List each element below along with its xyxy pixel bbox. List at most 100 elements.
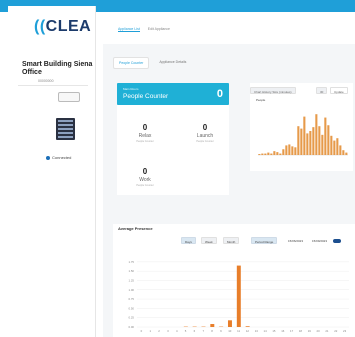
counter-value: 0 xyxy=(142,123,148,132)
history-bar xyxy=(309,131,312,155)
status-dot-icon xyxy=(46,156,50,160)
nav-tab-appliances[interactable]: ▦ Appliances xyxy=(108,14,141,22)
history-bar xyxy=(267,152,270,155)
y-tick-label: 0.50 xyxy=(129,306,135,310)
x-tick-label: 12 xyxy=(246,329,250,333)
history-bar xyxy=(327,125,330,155)
x-tick-label: 7 xyxy=(202,329,204,333)
sub-nav: Appliance List Edit Appliance xyxy=(118,27,170,32)
x-tick-label: 21 xyxy=(325,329,329,333)
history-bar xyxy=(333,140,336,155)
main-nav: ▦ Appliances ▦ Clients ● Users xyxy=(108,14,199,22)
device-image xyxy=(56,118,75,140)
history-bar xyxy=(282,149,285,155)
counter-label: Launch xyxy=(196,133,214,139)
counter-sub: People Counter xyxy=(136,140,154,143)
nav-tab-users[interactable]: ● Users xyxy=(177,14,199,22)
x-tick-label: 1 xyxy=(149,329,151,333)
history-bar xyxy=(321,134,324,155)
y-tick-label: 1.00 xyxy=(129,288,135,292)
x-tick-label: 5 xyxy=(185,329,187,333)
history-bar xyxy=(291,146,294,155)
x-tick-label: 15 xyxy=(272,329,276,333)
history-bar xyxy=(270,153,273,155)
history-bar xyxy=(285,145,288,155)
history-chart-card: Chart History Size (minutes) 30 Update P… xyxy=(250,83,353,171)
counter-value: 0 xyxy=(142,167,148,176)
history-chart xyxy=(258,114,348,156)
x-tick-label: 8 xyxy=(211,329,213,333)
history-bar xyxy=(330,135,333,155)
people-counter-title: People Counter xyxy=(123,93,169,100)
people-counter-header: Main Room People Counter 0 xyxy=(117,83,229,105)
subtab-edit-appliance[interactable]: Edit Appliance xyxy=(148,27,170,32)
history-bar xyxy=(288,144,291,155)
counter-relax: 0 Relax People Counter xyxy=(125,123,165,143)
subtab-appliance-list[interactable]: Appliance List xyxy=(118,27,140,32)
x-tick-label: 10 xyxy=(228,329,232,333)
counter-work: 0 Work People Counter xyxy=(125,167,165,187)
history-bar xyxy=(342,150,345,155)
presence-bar xyxy=(245,326,250,327)
people-counter-value: 0 xyxy=(216,88,223,100)
x-tick-label: 16 xyxy=(281,329,285,333)
tab-people-counter[interactable]: People Counter xyxy=(113,57,150,69)
history-bar xyxy=(339,145,342,155)
average-presence-chart: 0.000.250.500.751.001.251.501.750 1 2 3 4 5 6 7… xyxy=(129,260,349,333)
counter-label: Relax xyxy=(138,133,152,139)
history-bar xyxy=(276,152,279,155)
x-tick-label: 0 xyxy=(141,329,143,333)
history-bar xyxy=(315,114,318,155)
tab-appliance-details[interactable]: Appliance Details xyxy=(154,57,191,69)
status-label: Connected xyxy=(52,155,72,160)
y-tick-label: 0.75 xyxy=(129,297,135,301)
x-tick-label: 13 xyxy=(255,329,259,333)
x-tick-label: 22 xyxy=(334,329,338,333)
history-bar xyxy=(273,151,276,155)
history-bar xyxy=(306,133,309,155)
history-bar xyxy=(345,152,348,155)
clea-logo: ((CLEA xyxy=(34,18,92,35)
presence-bar xyxy=(236,265,241,327)
history-bar xyxy=(261,153,264,155)
x-tick-label: 18 xyxy=(299,329,303,333)
x-tick-label: 4 xyxy=(176,329,178,333)
y-tick-label: 0.25 xyxy=(129,316,135,320)
counter-label: Work xyxy=(139,177,151,183)
history-bar xyxy=(297,126,300,155)
counter-launch: 0 Launch People Counter xyxy=(185,123,225,143)
x-tick-label: 2 xyxy=(158,329,160,333)
x-tick-label: 14 xyxy=(264,329,268,333)
nav-tab-clients[interactable]: ▦ Clients xyxy=(146,14,171,22)
y-tick-label: 0.00 xyxy=(129,325,135,329)
history-bar xyxy=(279,153,282,155)
content-tabs: People Counter Appliance Details xyxy=(113,57,191,69)
counter-value: 0 xyxy=(202,123,208,132)
y-tick-label: 1.25 xyxy=(129,278,135,282)
divider xyxy=(18,85,88,86)
y-tick-label: 1.75 xyxy=(129,260,135,264)
presence-bar xyxy=(210,324,215,327)
counter-grid: 0 Relax People Counter 0 Launch People C… xyxy=(117,105,229,195)
x-tick-label: 23 xyxy=(343,329,347,333)
device-card[interactable] xyxy=(58,92,80,102)
history-bar xyxy=(300,128,303,155)
room-label: Main Room xyxy=(123,87,139,91)
history-bar xyxy=(324,117,327,155)
x-tick-label: 19 xyxy=(308,329,312,333)
history-bar xyxy=(294,147,297,155)
history-bar xyxy=(336,138,339,155)
counter-sub: People Counter xyxy=(136,184,154,187)
x-tick-label: 3 xyxy=(167,329,169,333)
history-bar xyxy=(264,153,267,155)
y-tick-label: 1.50 xyxy=(129,269,135,273)
x-tick-label: 9 xyxy=(220,329,222,333)
site-name: Smart Building Siena Office xyxy=(22,61,93,76)
history-bar xyxy=(303,116,306,155)
x-tick-label: 6 xyxy=(194,329,196,333)
counter-sub: People Counter xyxy=(196,140,214,143)
x-tick-label: 11 xyxy=(237,329,240,333)
history-bar xyxy=(258,154,261,155)
x-tick-label: 20 xyxy=(317,329,321,333)
sidebar: ((CLEA Smart Building Siena Office 00000… xyxy=(8,6,96,337)
